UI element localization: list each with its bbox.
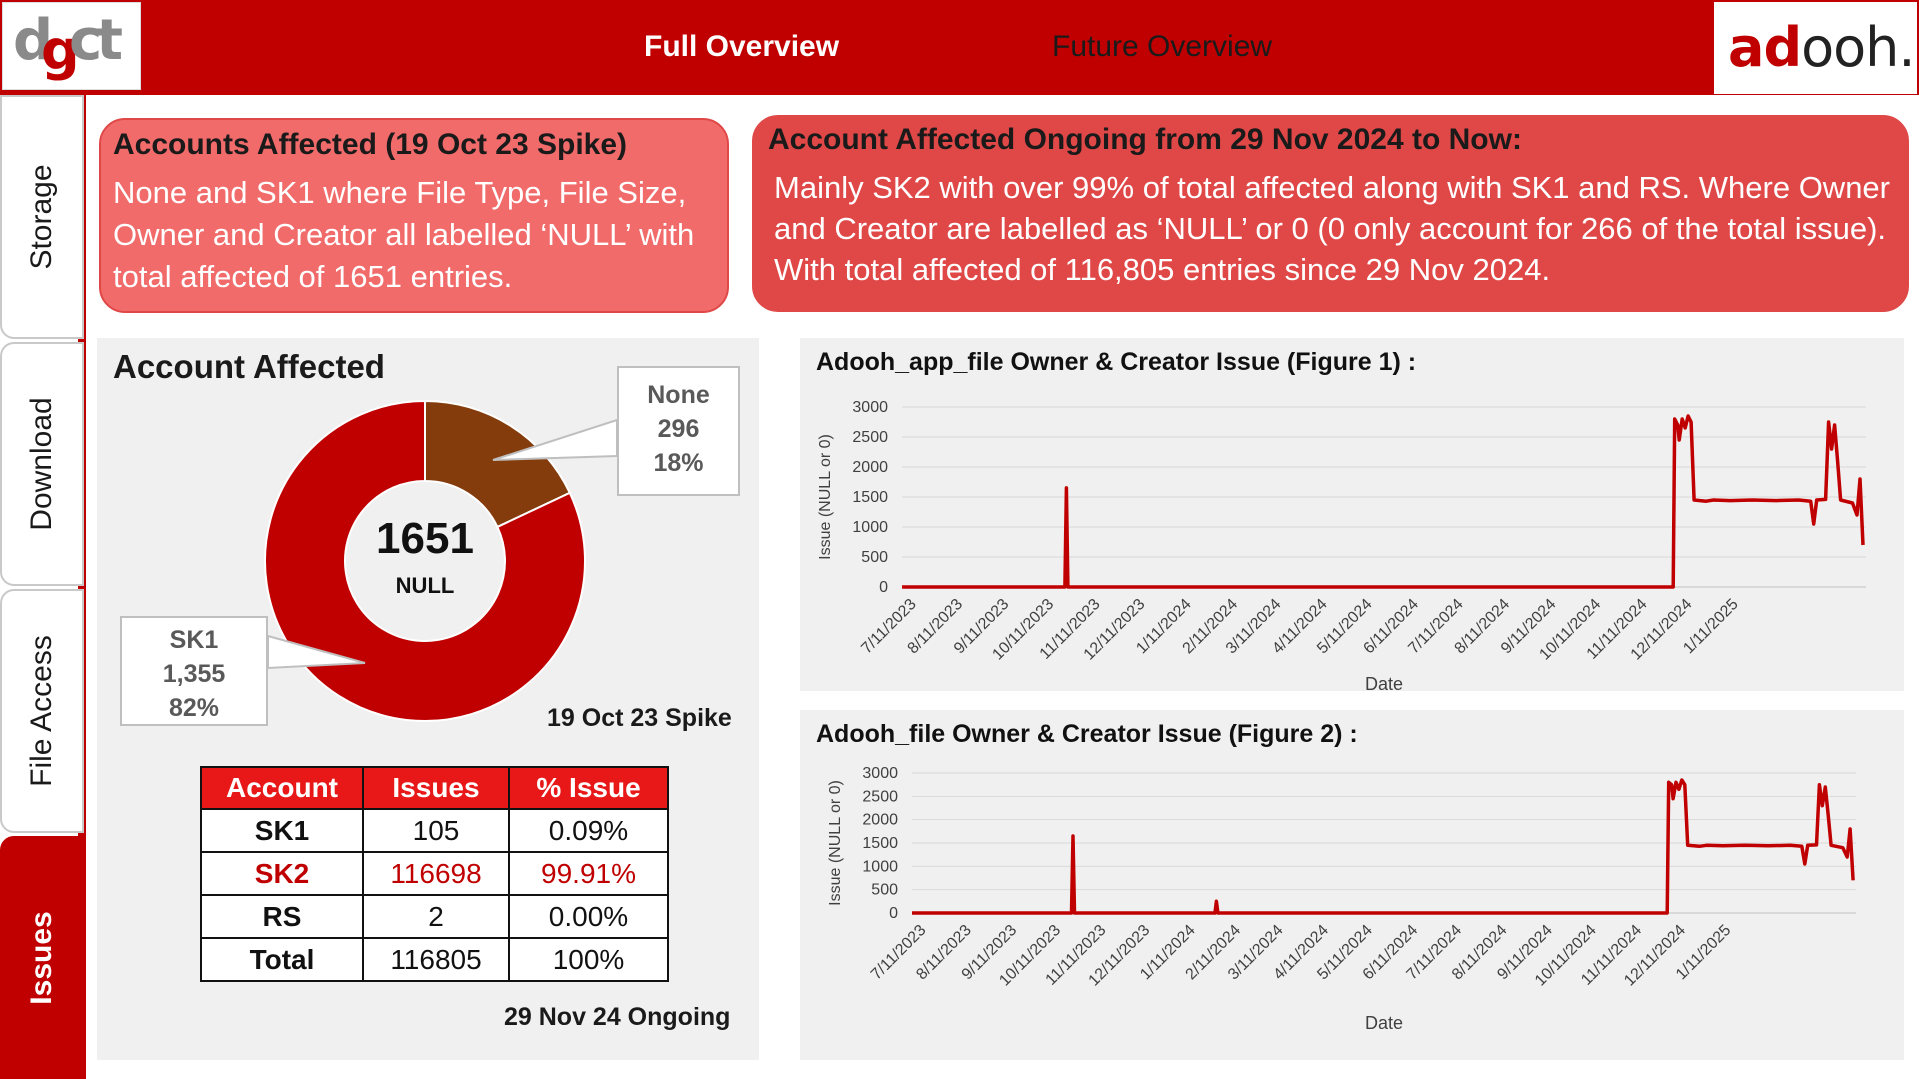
table-cell-account: SK2 xyxy=(200,851,364,896)
sidebar-item-issues[interactable]: Issues xyxy=(0,836,84,1079)
table-cell-issues: 116698 xyxy=(362,851,510,896)
table-row: SK2 116698 99.91% xyxy=(200,851,669,896)
y-tick-label: 1000 xyxy=(852,519,888,536)
y-tick-label: 2500 xyxy=(852,429,888,446)
figure-1-panel: Adooh_app_file Owner & Creator Issue (Fi… xyxy=(800,338,1904,691)
table-row: RS 2 0.00% xyxy=(200,894,669,939)
y-tick-label: 1500 xyxy=(862,835,898,852)
table-cell-account: Total xyxy=(200,937,364,982)
donut-label-none: None 296 18% xyxy=(617,366,740,496)
table-cell-account: RS xyxy=(200,894,364,939)
tab-future-overview[interactable]: Future Overview xyxy=(1052,30,1272,64)
tab-full-overview[interactable]: Full Overview xyxy=(644,30,839,64)
spike-summary-body: None and SK1 where File Type, File Size,… xyxy=(113,175,695,294)
adooh-logo-accent: ad xyxy=(1728,16,1802,79)
y-tick-label: 0 xyxy=(879,579,888,596)
sidebar-item-label: Issues xyxy=(25,910,58,1005)
spike-summary-title: Accounts Affected (19 Oct 23 Spike) xyxy=(113,128,628,161)
account-issues-table: Account Issues % Issue SK1 105 0.09% SK2… xyxy=(200,766,669,982)
donut-label-sk1: SK1 1,355 82% xyxy=(120,616,268,726)
ongoing-date-label: 29 Nov 24 Ongoing xyxy=(504,1003,731,1031)
y-tick-label: 1500 xyxy=(852,489,888,506)
y-tick-label: 3000 xyxy=(862,765,898,782)
y-tick-label: 0 xyxy=(889,905,898,922)
table-header-account: Account xyxy=(200,766,364,810)
y-tick-label: 500 xyxy=(871,882,898,899)
donut-label-none-name: None xyxy=(647,381,710,409)
y-tick-label: 2000 xyxy=(862,812,898,829)
donut-center-value: 1651 xyxy=(376,514,474,563)
adooh-logo: adooh. xyxy=(1714,2,1917,94)
y-axis-label: Issue (NULL or 0) xyxy=(827,780,844,906)
donut-center-label: NULL xyxy=(395,573,455,598)
adooh-logo-rest: ooh. xyxy=(1801,16,1915,79)
account-affected-panel: Account Affected None 296 18% SK1 1,355 … xyxy=(97,338,759,1060)
y-tick-label: 3000 xyxy=(852,399,888,416)
dgct-logo-mark: d g ct xyxy=(13,11,128,82)
ongoing-summary-callout: Account Affected Ongoing from 29 Nov 202… xyxy=(752,115,1909,312)
sidebar-item-label: Download xyxy=(25,397,58,531)
ongoing-summary-title: Account Affected Ongoing from 29 Nov 202… xyxy=(768,123,1522,156)
table-cell-pct: 0.09% xyxy=(508,808,669,853)
table-cell-pct: 99.91% xyxy=(508,851,669,896)
table-cell-issues: 2 xyxy=(362,894,510,939)
sidebar-item-download[interactable]: Download xyxy=(0,342,84,586)
donut-label-none-value: 296 xyxy=(657,415,700,443)
y-tick-label: 500 xyxy=(861,549,888,566)
table-cell-account: SK1 xyxy=(200,808,364,853)
series-line xyxy=(912,778,1855,915)
figure-2-panel: Adooh_file Owner & Creator Issue (Figure… xyxy=(800,710,1904,1060)
donut-label-sk1-name: SK1 xyxy=(169,626,219,654)
sidebar-item-storage[interactable]: Storage xyxy=(0,95,84,339)
sidebar-item-label: Storage xyxy=(25,164,58,270)
spike-date-label: 19 Oct 23 Spike xyxy=(547,704,732,732)
dgct-logo: d g ct xyxy=(2,2,141,90)
spike-summary-callout: Accounts Affected (19 Oct 23 Spike) None… xyxy=(99,118,729,313)
y-tick-label: 2000 xyxy=(852,459,888,476)
figure-1-line-chart: 0500100015002000250030007/11/20238/11/20… xyxy=(817,399,1866,691)
table-cell-pct: 0.00% xyxy=(508,894,669,939)
sidebar-item-file-access[interactable]: File Access xyxy=(0,589,84,833)
series-line xyxy=(902,414,1865,589)
table-cell-issues: 105 xyxy=(362,808,510,853)
table-header-issues: Issues xyxy=(362,766,510,810)
ongoing-summary-body: Mainly SK2 with over 99% of total affect… xyxy=(774,170,1890,287)
y-tick-label: 2500 xyxy=(862,788,898,805)
donut-label-sk1-percent: 82% xyxy=(168,694,220,722)
table-row-total: Total 116805 100% xyxy=(200,937,669,982)
table-row: SK1 105 0.09% xyxy=(200,808,669,853)
table-header-pct: % Issue xyxy=(508,766,669,810)
table-cell-issues: 116805 xyxy=(362,937,510,982)
dashboard-page: d g ct Full Overview Future Overview ado… xyxy=(0,0,1919,1079)
svg-text:ct: ct xyxy=(69,11,122,73)
donut-label-sk1-value: 1,355 xyxy=(162,660,226,688)
header-bar: d g ct Full Overview Future Overview ado… xyxy=(0,0,1919,95)
table-cell-pct: 100% xyxy=(508,937,669,982)
y-axis-label: Issue (NULL or 0) xyxy=(817,434,834,560)
donut-label-none-percent: 18% xyxy=(653,449,704,477)
figure-2-line-chart: 0500100015002000250030007/11/20238/11/20… xyxy=(827,765,1856,1033)
x-axis-label: Date xyxy=(1365,1013,1403,1033)
x-axis-label: Date xyxy=(1365,674,1403,691)
sidebar-item-label: File Access xyxy=(25,635,58,787)
table-header-row: Account Issues % Issue xyxy=(200,766,669,810)
y-tick-label: 1000 xyxy=(862,858,898,875)
